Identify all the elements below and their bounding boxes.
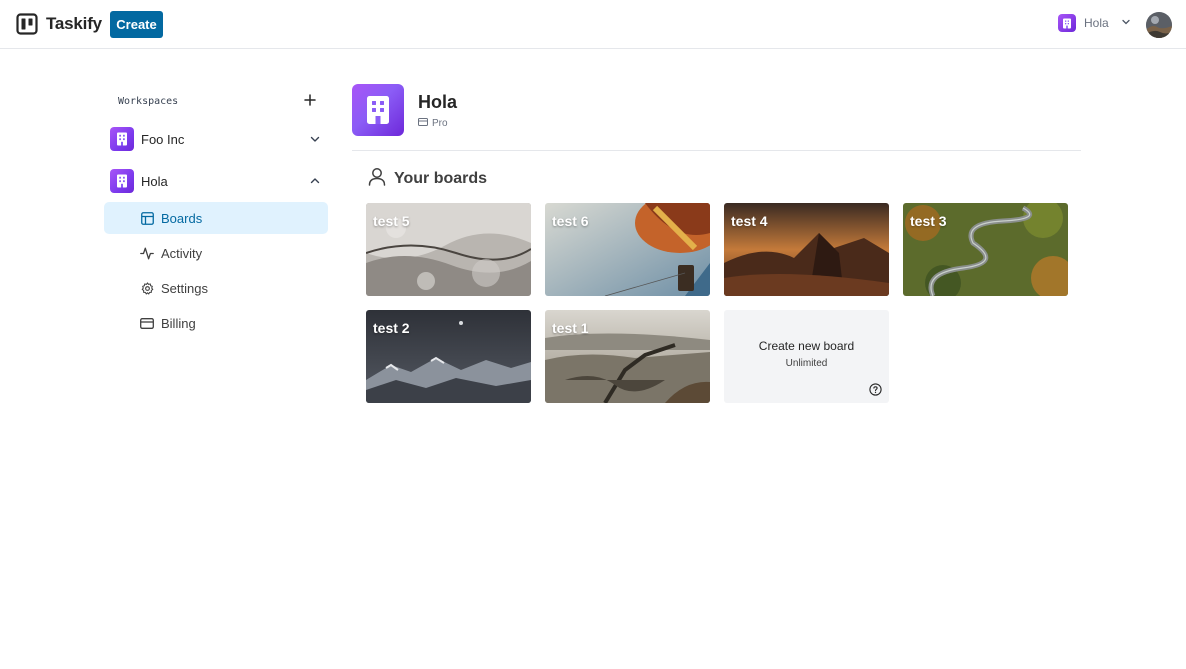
sidebar: Workspaces <box>104 90 328 112</box>
building-icon <box>1063 18 1071 28</box>
plan-badge: Pro <box>418 118 448 129</box>
sidebar-item-label: Boards <box>161 210 203 226</box>
layout-icon <box>140 211 154 225</box>
org-avatar <box>352 84 404 136</box>
create-board-button[interactable]: Create new board Unlimited <box>724 310 889 403</box>
sidebar-item-label: Activity <box>161 245 203 261</box>
workspace-avatar <box>110 169 134 193</box>
org-avatar <box>1058 14 1076 32</box>
workspace-name: Foo Inc <box>141 131 185 147</box>
workspace-avatar <box>110 127 134 151</box>
sidebar-item-label: Settings <box>161 280 208 296</box>
boards-title: Your boards <box>394 170 488 187</box>
navbar: Taskify Create Hola <box>0 0 1186 49</box>
workspace-hola[interactable]: Hola <box>110 169 328 193</box>
workspace-name: Hola <box>141 173 168 189</box>
user-avatar[interactable] <box>1146 12 1172 38</box>
board-card[interactable]: test 3 <box>903 203 1068 296</box>
board-title: test 6 <box>552 213 589 229</box>
board-title: test 2 <box>373 320 410 336</box>
plan-label: Pro <box>432 118 448 129</box>
sidebar-item-label: Billing <box>161 315 196 331</box>
building-icon <box>117 174 127 188</box>
workspaces-header: Workspaces <box>104 90 328 112</box>
user-icon <box>368 167 386 191</box>
chevron-down-icon[interactable] <box>308 132 322 146</box>
create-board-sublabel: Unlimited <box>785 358 828 369</box>
board-title: test 3 <box>910 213 947 229</box>
building-icon <box>367 96 389 124</box>
board-card[interactable]: test 1 <box>545 310 710 403</box>
create-board-label: Create new board <box>758 339 855 353</box>
sidebar-item-boards[interactable]: Boards <box>104 202 328 234</box>
board-card[interactable]: test 6 <box>545 203 710 296</box>
add-workspace-button[interactable] <box>302 92 318 108</box>
board-card[interactable]: test 2 <box>366 310 531 403</box>
help-circle-icon[interactable] <box>869 383 882 396</box>
create-button[interactable]: Create <box>110 11 163 38</box>
chevron-down-icon <box>1121 14 1131 32</box>
workspace-foo-inc[interactable]: Foo Inc <box>110 127 328 151</box>
board-title: test 4 <box>731 213 768 229</box>
plus-icon <box>304 94 316 106</box>
sidebar-item-activity[interactable]: Activity <box>104 237 328 269</box>
divider <box>352 150 1081 151</box>
credit-card-icon <box>140 316 154 330</box>
org-switcher-name: Hola <box>1084 16 1109 30</box>
workspaces-title: Workspaces <box>118 96 179 107</box>
board-card[interactable]: test 4 <box>724 203 889 296</box>
boards-heading: Your boards <box>368 167 487 191</box>
page-title: Hola <box>418 92 458 112</box>
board-title: test 5 <box>373 213 410 229</box>
activity-icon <box>140 246 154 260</box>
credit-card-icon <box>418 118 428 129</box>
org-switcher[interactable]: Hola <box>1058 14 1131 32</box>
logo-text: Taskify <box>46 14 102 33</box>
sidebar-item-billing[interactable]: Billing <box>104 307 328 339</box>
chevron-up-icon[interactable] <box>308 174 322 188</box>
taskify-logo-icon <box>16 13 38 35</box>
board-card[interactable]: test 5 <box>366 203 531 296</box>
logo[interactable]: Taskify <box>16 13 102 35</box>
building-icon <box>117 132 127 146</box>
board-title: test 1 <box>552 320 589 336</box>
settings-icon <box>140 281 154 295</box>
sidebar-item-settings[interactable]: Settings <box>104 272 328 304</box>
